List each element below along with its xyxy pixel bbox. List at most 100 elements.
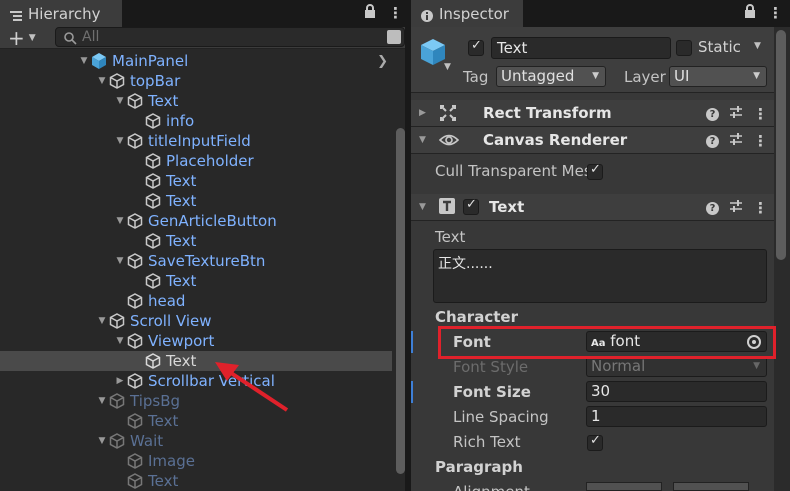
tree-row[interactable]: ▼ SaveTextureBtn xyxy=(0,251,392,271)
preset-icon[interactable] xyxy=(729,105,743,123)
tree-row[interactable]: Text xyxy=(0,471,392,491)
tree-row[interactable]: ▼ GenArticleButton xyxy=(0,211,392,231)
gameobject-cube-icon xyxy=(108,312,126,330)
preset-icon[interactable] xyxy=(729,132,743,150)
expand-arrow-icon[interactable]: ▼ xyxy=(96,431,108,451)
tree-row[interactable]: head xyxy=(0,291,392,311)
inspector-scrollbar[interactable] xyxy=(776,30,786,260)
text-enabled-checkbox[interactable] xyxy=(463,197,479,215)
hierarchy-search-input[interactable]: All xyxy=(55,27,405,47)
component-tools: ? ⋮ xyxy=(706,105,768,123)
expand-arrow-icon[interactable]: ▼ xyxy=(114,131,126,151)
tree-row[interactable]: ▼ TipsBg xyxy=(0,391,392,411)
tag-value: Untagged xyxy=(501,67,575,85)
tree-row[interactable]: info xyxy=(0,111,392,131)
kebab-menu-icon[interactable]: ⋮ xyxy=(388,6,403,21)
alignment-vertical-buttons[interactable] xyxy=(673,482,749,491)
hierarchy-tab-tools: ⋮ xyxy=(364,4,403,22)
tree-row-selected[interactable]: Text xyxy=(0,351,392,371)
expand-arrow-icon[interactable]: ▼ xyxy=(96,391,108,411)
gameobject-cube-icon xyxy=(108,432,126,450)
alignment-horizontal-buttons[interactable] xyxy=(586,482,662,491)
static-checkbox[interactable] xyxy=(676,40,692,56)
help-icon[interactable]: ? xyxy=(706,107,719,121)
hierarchy-tab[interactable]: Hierarchy xyxy=(0,0,122,27)
tree-row-label: Scroll View xyxy=(130,312,212,330)
gameobject-cube-icon xyxy=(126,472,144,490)
expand-arrow-icon[interactable]: ▼ xyxy=(114,91,126,111)
help-icon[interactable]: ? xyxy=(706,134,719,148)
hierarchy-scrollbar[interactable] xyxy=(396,128,405,474)
line-spacing-field[interactable]: 1 xyxy=(586,406,767,427)
tree-row[interactable]: Text xyxy=(0,191,392,211)
component-title: Text xyxy=(489,198,525,216)
tag-dropdown[interactable]: Untagged ▼ xyxy=(496,66,606,87)
expand-arrow-icon[interactable]: ▼ xyxy=(114,211,126,231)
gameobject-cube-icon xyxy=(144,172,162,190)
component-text[interactable]: ▼ Text ? ⋮ xyxy=(411,194,774,221)
tree-row[interactable]: Text xyxy=(0,271,392,291)
tree-row[interactable]: ▼ titleInputField xyxy=(0,131,392,151)
expand-arrow-icon[interactable]: ▼ xyxy=(78,51,90,71)
active-checkbox[interactable] xyxy=(468,38,484,56)
tree-row[interactable]: Placeholder xyxy=(0,151,392,171)
component-rect-transform[interactable]: ▶ Rect Transform ? ⋮ xyxy=(411,100,774,127)
cull-transparent-checkbox[interactable] xyxy=(587,162,603,180)
annotation-arrow-icon xyxy=(215,362,289,412)
font-style-dropdown[interactable]: Normal ▼ xyxy=(586,356,767,377)
lock-icon[interactable] xyxy=(744,4,756,22)
lock-icon[interactable] xyxy=(364,4,376,22)
gameobject-cube-icon xyxy=(144,272,162,290)
preset-icon[interactable] xyxy=(729,199,743,217)
tree-row-label: topBar xyxy=(130,72,181,90)
tree-row[interactable]: ▼ Viewport xyxy=(0,331,392,351)
create-button[interactable]: + ▼ xyxy=(8,28,42,48)
override-marker xyxy=(411,381,413,403)
tree-row-label: Text xyxy=(148,92,179,110)
tree-row-mainpanel[interactable]: ▼ MainPanel ❯ xyxy=(0,51,392,71)
search-placeholder: All xyxy=(82,29,100,45)
kebab-menu-icon[interactable]: ⋮ xyxy=(768,6,783,21)
tree-row[interactable]: Text xyxy=(0,231,392,251)
component-tools: ? ⋮ xyxy=(706,199,768,217)
tree-row-label: titleInputField xyxy=(148,132,251,150)
tree-row-label: GenArticleButton xyxy=(148,212,277,230)
tree-row[interactable]: ▼ Scroll View xyxy=(0,311,392,331)
font-size-field[interactable]: 30 xyxy=(586,381,767,402)
expand-arrow-icon[interactable]: ▼ xyxy=(114,251,126,271)
help-icon[interactable]: ? xyxy=(706,201,719,215)
kebab-menu-icon[interactable]: ⋮ xyxy=(753,134,768,149)
font-highlight-box xyxy=(438,326,776,359)
collapse-arrow-icon[interactable]: ▶ xyxy=(114,371,126,391)
expand-arrow-icon[interactable]: ▼ xyxy=(96,311,108,331)
chevron-down-icon[interactable]: ▼ xyxy=(754,41,761,51)
hierarchy-list-icon xyxy=(10,8,22,21)
chevron-right-icon[interactable]: ❯ xyxy=(377,54,388,69)
tree-row[interactable]: Image xyxy=(0,451,392,471)
inspector-tabbar: Inspector ⋮ xyxy=(411,0,790,27)
object-name-field[interactable]: Text xyxy=(491,37,671,59)
chevron-down-icon[interactable]: ▼ xyxy=(444,62,451,72)
object-header: ▼ Text Static ▼ Tag Untagged ▼ Layer UI … xyxy=(411,27,774,93)
tree-row[interactable]: ▼ Wait xyxy=(0,431,392,451)
gameobject-cube-icon xyxy=(126,132,144,150)
tree-row[interactable]: ▼ Text xyxy=(0,91,392,111)
expand-arrow-icon[interactable]: ▼ xyxy=(114,331,126,351)
tree-row[interactable]: Text xyxy=(0,171,392,191)
tree-row[interactable]: Text xyxy=(0,411,392,431)
kebab-menu-icon[interactable]: ⋮ xyxy=(753,107,768,122)
expand-arrow-icon[interactable]: ▼ xyxy=(96,71,108,91)
inspector-tab[interactable]: Inspector xyxy=(411,0,523,27)
text-content-area[interactable]: 正文...... xyxy=(433,249,767,303)
search-scene-icon[interactable] xyxy=(387,30,401,44)
rich-text-checkbox[interactable] xyxy=(587,433,603,451)
tree-row-label: Text xyxy=(166,352,197,370)
collapse-arrow-icon: ▶ xyxy=(419,108,426,118)
plus-icon: + xyxy=(8,26,25,50)
tree-row-label: Text xyxy=(148,472,179,490)
layer-dropdown[interactable]: UI ▼ xyxy=(669,66,767,87)
component-canvas-renderer[interactable]: ▼ Canvas Renderer ? ⋮ xyxy=(411,127,774,154)
tree-row[interactable]: ▶ Scrollbar Vertical xyxy=(0,371,392,391)
tree-row[interactable]: ▼ topBar xyxy=(0,71,392,91)
kebab-menu-icon[interactable]: ⋮ xyxy=(753,201,768,216)
